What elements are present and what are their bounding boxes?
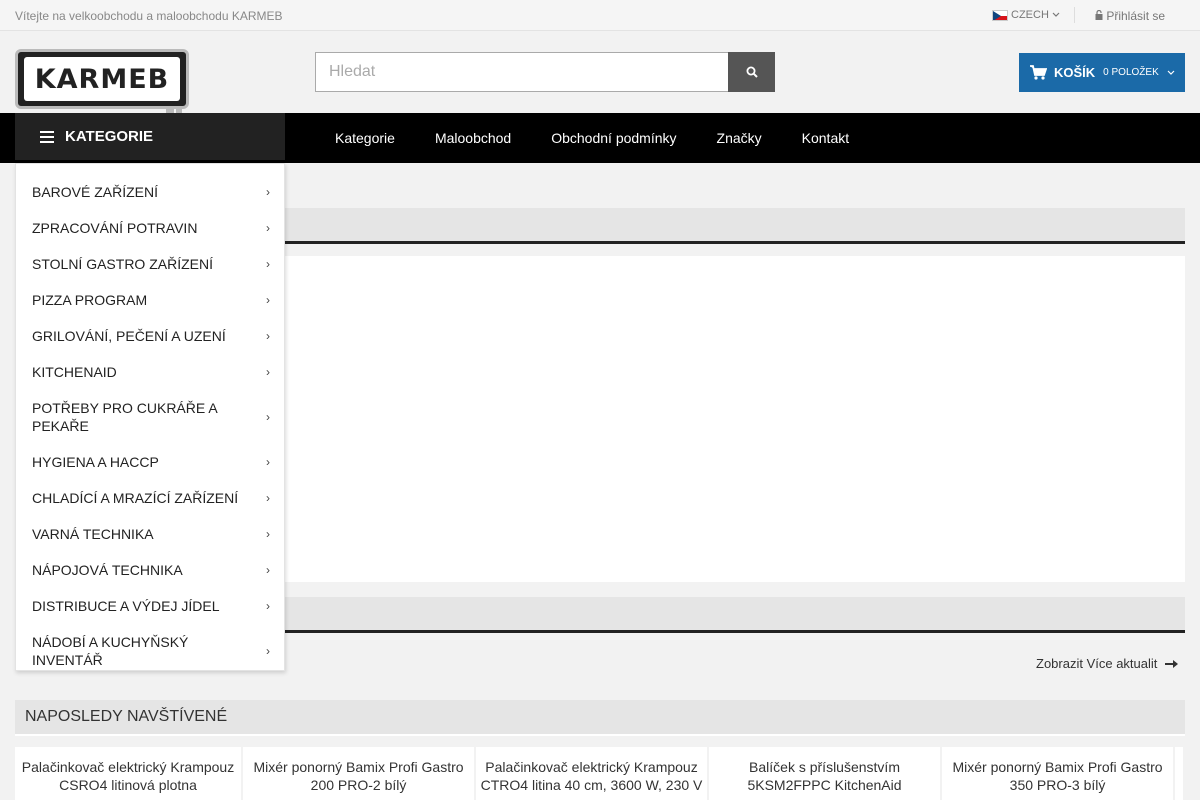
chevron-right-icon: › (266, 329, 270, 343)
chevron-down-icon (1167, 70, 1175, 75)
karmeb-logo[interactable]: KARMEB (15, 49, 189, 130)
chevron-right-icon: › (266, 644, 270, 658)
category-item-nadobi-inventar[interactable]: NÁDOBÍ A KUCHYŇSKÝ INVENTÁŘ › (16, 624, 284, 678)
recently-viewed-header: NAPOSLEDY NAVŠTÍVENÉ (15, 700, 1185, 736)
nav-links: Kategorie Maloobchod Obchodní podmínky Z… (335, 130, 889, 146)
category-label: DISTRIBUCE A VÝDEJ JÍDEL (32, 598, 220, 614)
chevron-right-icon: › (266, 563, 270, 577)
chevron-right-icon: › (266, 185, 270, 199)
divider (1074, 7, 1075, 23)
category-item-varna-technika[interactable]: VARNÁ TECHNIKA › (16, 516, 284, 552)
category-label: VARNÁ TECHNIKA (32, 526, 154, 542)
category-item-stolni-gastro-zarizeni[interactable]: STOLNÍ GASTRO ZAŘÍZENÍ › (16, 246, 284, 282)
product-title: Palačinkovač elektrický Krampouz CSRO4 l… (21, 759, 235, 793)
product-title: Mixér ponorný Bamix Profi Gastro 200 PRO… (253, 759, 464, 793)
recently-viewed-title: NAPOSLEDY NAVŠTÍVENÉ (25, 708, 228, 725)
chevron-right-icon: › (266, 491, 270, 505)
chevron-right-icon: › (266, 599, 270, 613)
chevron-right-icon: › (266, 365, 270, 379)
category-item-potreby-pro-cukrare[interactable]: POTŘEBY PRO CUKRÁŘE A PEKAŘE › (16, 390, 284, 444)
category-label: GRILOVÁNÍ, PEČENÍ A UZENÍ (32, 328, 226, 344)
chevron-right-icon: › (266, 257, 270, 271)
language-selector[interactable]: CZECH (992, 9, 1060, 21)
category-label: NÁPOJOVÁ TECHNIKA (32, 562, 183, 578)
category-item-napojova-technika[interactable]: NÁPOJOVÁ TECHNIKA › (16, 552, 284, 588)
category-label: HYGIENA A HACCP (32, 454, 159, 470)
category-label: POTŘEBY PRO CUKRÁŘE A PEKAŘE (32, 400, 217, 434)
product-title: Mixér ponorný Bamix Profi Gastro 350 PRO… (952, 759, 1163, 793)
menu-icon (40, 130, 54, 143)
search-button[interactable] (728, 52, 775, 92)
category-item-kitchenaid[interactable]: KITCHENAID › (16, 354, 284, 390)
czech-flag-icon (992, 9, 1008, 21)
welcome-text: Vítejte na velkoobchodu a maloobchodu KA… (15, 9, 283, 23)
nav-link-kategorie[interactable]: Kategorie (335, 130, 395, 146)
arrow-right-icon (1165, 659, 1179, 668)
category-label: STOLNÍ GASTRO ZAŘÍZENÍ (32, 256, 213, 272)
nav-link-obchodni-podminky[interactable]: Obchodní podmínky (551, 130, 676, 146)
main-navigation: KATEGORIE Kategorie Maloobchod Obchodní … (0, 113, 1200, 163)
chevron-right-icon: › (266, 293, 270, 307)
nav-link-znacky[interactable]: Značky (717, 130, 762, 146)
recently-viewed-list: Palačinkovač elektrický Krampouz CSRO4 l… (15, 747, 1185, 800)
category-label: BAROVÉ ZAŘÍZENÍ (32, 184, 159, 200)
header: KARMEB KOŠÍK 0 POLOŽEK (0, 31, 1200, 130)
category-label: KITCHENAID (32, 364, 117, 380)
lock-icon (1095, 9, 1103, 20)
category-label: ZPRACOVÁNÍ POTRAVIN (32, 220, 198, 236)
product-card[interactable]: Mixér ponorný Bamix Profi Gastro 350 PRO… (942, 747, 1174, 800)
category-menu: BAROVÉ ZAŘÍZENÍ › ZPRACOVÁNÍ POTRAVIN › ST… (15, 163, 285, 671)
top-bar: Vítejte na velkoobchodu a maloobchodu KA… (0, 0, 1200, 31)
nav-link-maloobchod[interactable]: Maloobchod (435, 130, 511, 146)
chevron-right-icon: › (266, 527, 270, 541)
product-card[interactable]: Palačinkovač elektrický Krampouz CTRO4 l… (476, 747, 708, 800)
product-card[interactable]: Palačinkovač elektrický Krampouz CSRO4 l… (15, 747, 242, 800)
login-link[interactable]: Přihlásit se (1095, 9, 1165, 23)
category-item-chladici-mrazici[interactable]: CHLADÍCÍ A MRAZÍCÍ ZAŘÍZENÍ › (16, 480, 284, 516)
category-item-grilovani[interactable]: GRILOVÁNÍ, PEČENÍ A UZENÍ › (16, 318, 284, 354)
logo-text: KARMEB (34, 63, 170, 95)
categories-label: KATEGORIE (65, 128, 154, 145)
category-label: NÁDOBÍ A KUCHYŇSKÝ INVENTÁŘ (32, 634, 189, 668)
product-card[interactable]: Mixér ponorný Bamix Profi Gastro 200 PRO… (243, 747, 475, 800)
language-label: CZECH (1011, 9, 1049, 21)
category-item-distribuce-vydej[interactable]: DISTRIBUCE A VÝDEJ JÍDEL › (16, 588, 284, 624)
product-card[interactable] (1175, 747, 1184, 800)
product-card[interactable]: Balíček s příslušenstvím 5KSM2FPPC Kitch… (709, 747, 941, 800)
chevron-right-icon: › (266, 221, 270, 235)
search-input[interactable] (315, 52, 729, 92)
chevron-down-icon (1052, 12, 1060, 17)
search-form (315, 52, 775, 92)
product-title: Balíček s příslušenstvím 5KSM2FPPC Kitch… (747, 759, 902, 793)
more-news-link[interactable]: Zobrazit Více aktualit (1036, 656, 1179, 671)
category-label: CHLADÍCÍ A MRAZÍCÍ ZAŘÍZENÍ (32, 490, 239, 506)
login-label: Přihlásit se (1106, 9, 1166, 23)
category-item-barove-zarizeni[interactable]: BAROVÉ ZAŘÍZENÍ › (16, 174, 284, 210)
category-item-pizza-program[interactable]: PIZZA PROGRAM › (16, 282, 284, 318)
nav-link-kontakt[interactable]: Kontakt (802, 130, 849, 146)
chevron-right-icon: › (266, 410, 270, 424)
cart-label: KOŠÍK (1054, 65, 1096, 80)
product-title: Palačinkovač elektrický Krampouz CTRO4 l… (480, 759, 703, 793)
category-item-zpracovani-potravin[interactable]: ZPRACOVÁNÍ POTRAVIN › (16, 210, 284, 246)
category-item-hygiena-haccp[interactable]: HYGIENA A HACCP › (16, 444, 284, 480)
cart-count: 0 POLOŽEK (1103, 67, 1159, 78)
more-news-label: Zobrazit Více aktualit (1036, 656, 1158, 671)
categories-toggle[interactable]: KATEGORIE (15, 113, 285, 160)
chevron-right-icon: › (266, 455, 270, 469)
search-icon (746, 66, 758, 78)
shopping-cart-icon (1030, 65, 1047, 80)
category-label: PIZZA PROGRAM (32, 292, 148, 308)
cart-button[interactable]: KOŠÍK 0 POLOŽEK (1019, 53, 1185, 92)
